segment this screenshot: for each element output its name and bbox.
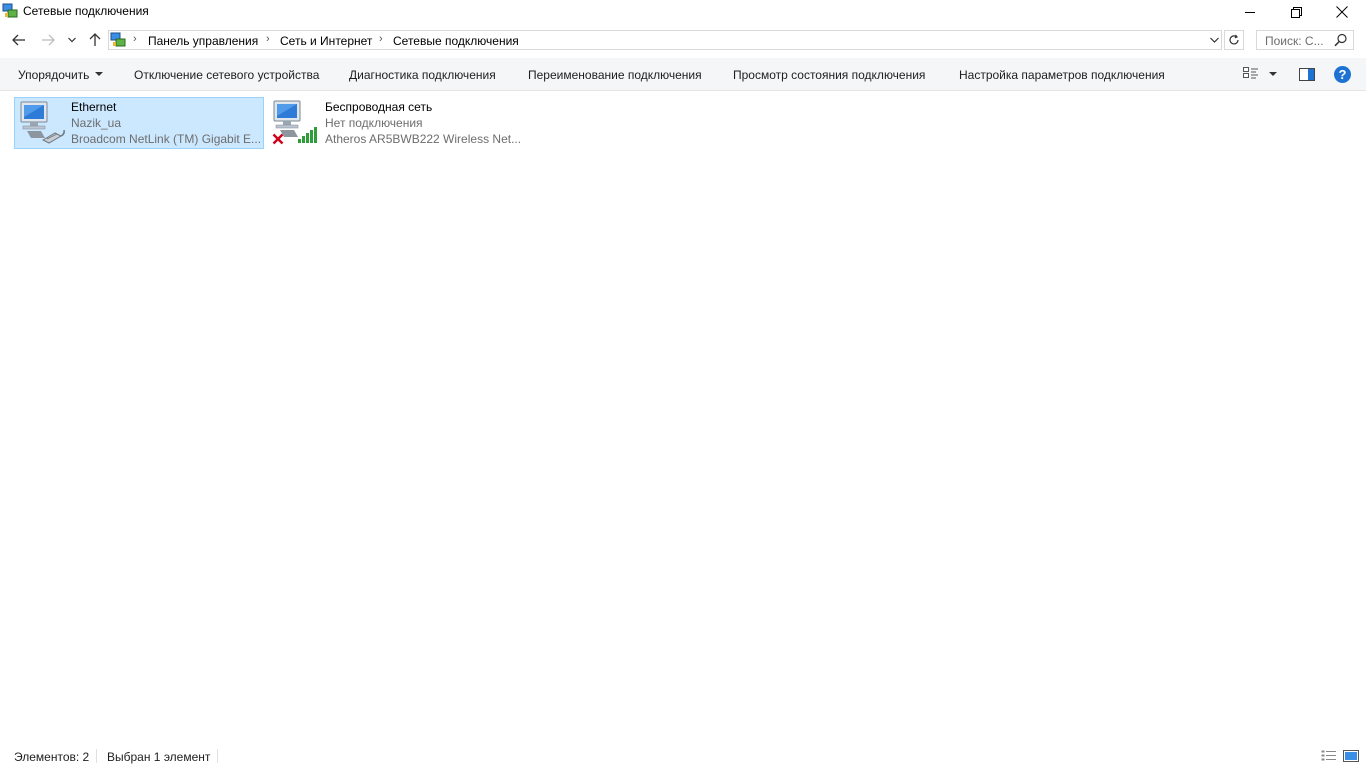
diagnose-button[interactable]: Диагностика подключения [349, 68, 496, 82]
search-placeholder: Поиск: С... [1265, 34, 1324, 48]
organize-button[interactable]: Упорядочить [18, 68, 89, 82]
view-options-caret-icon[interactable] [1269, 72, 1277, 76]
network-connections-icon [2, 3, 18, 19]
forward-button[interactable] [37, 30, 59, 50]
large-icons-view-icon[interactable] [1343, 750, 1359, 762]
up-button[interactable] [84, 30, 106, 50]
ethernet-adapter-icon [17, 100, 67, 146]
rename-button[interactable]: Переименование подключения [528, 68, 702, 82]
view-status-button[interactable]: Просмотр состояния подключения [733, 68, 925, 82]
change-settings-button[interactable]: Настройка параметров подключения [959, 68, 1165, 82]
address-history-button[interactable] [1206, 31, 1222, 49]
help-icon[interactable]: ? [1334, 66, 1351, 83]
breadcrumb-separator[interactable]: › [266, 33, 270, 45]
details-view-icon[interactable] [1321, 750, 1337, 762]
minimize-button[interactable] [1227, 0, 1273, 24]
selected-count: Выбран 1 элемент [107, 750, 211, 764]
connection-status: Нет подключения [325, 116, 423, 130]
control-panel-icon [110, 32, 126, 48]
window-title: Сетевые подключения [23, 4, 149, 18]
connection-name: Беспроводная сеть [325, 100, 433, 114]
breadcrumb-control-panel[interactable]: Панель управления [148, 34, 258, 48]
back-button[interactable] [8, 30, 30, 50]
address-bar[interactable] [108, 30, 1222, 50]
chevron-down-icon [1209, 37, 1219, 43]
change-view-icon[interactable] [1243, 67, 1259, 81]
restore-button[interactable] [1273, 0, 1319, 24]
refresh-icon [1229, 34, 1239, 45]
status-divider [96, 749, 97, 763]
breadcrumb-network-internet[interactable]: Сеть и Интернет [280, 34, 372, 48]
arrow-left-icon [12, 34, 25, 46]
connection-item-wireless[interactable]: Беспроводная сеть Нет подключения Athero… [268, 97, 522, 149]
preview-pane-icon[interactable] [1299, 68, 1315, 81]
connection-name: Ethernet [71, 100, 117, 114]
disable-device-button[interactable]: Отключение сетевого устройства [134, 68, 319, 82]
close-button[interactable] [1319, 0, 1365, 24]
arrow-up-icon [89, 33, 101, 46]
restore-icon [1290, 6, 1302, 18]
items-count: Элементов: 2 [14, 750, 90, 764]
minimize-icon [1245, 12, 1255, 13]
breadcrumb-separator[interactable]: › [133, 33, 137, 45]
refresh-button[interactable] [1224, 30, 1244, 50]
connection-adapter: Atheros AR5BWB222 Wireless Net... [325, 132, 522, 146]
status-divider [217, 749, 218, 763]
connection-adapter: Broadcom NetLink (TM) Gigabit E... [71, 132, 262, 146]
connection-status: Nazik_ua [71, 116, 122, 130]
search-icon[interactable] [1334, 33, 1348, 47]
breadcrumb-network-connections[interactable]: Сетевые подключения [393, 34, 519, 48]
title-bar [0, 0, 1366, 24]
disconnected-x-icon [272, 133, 284, 145]
chevron-down-icon [68, 37, 76, 43]
close-icon [1336, 6, 1348, 18]
arrow-right-icon [42, 34, 55, 46]
caret-down-icon[interactable] [95, 72, 103, 76]
breadcrumb-separator[interactable]: › [379, 33, 383, 45]
connection-item-ethernet[interactable]: Ethernet Nazik_ua Broadcom NetLink (TM) … [14, 97, 264, 149]
recent-locations-button[interactable] [62, 30, 82, 50]
